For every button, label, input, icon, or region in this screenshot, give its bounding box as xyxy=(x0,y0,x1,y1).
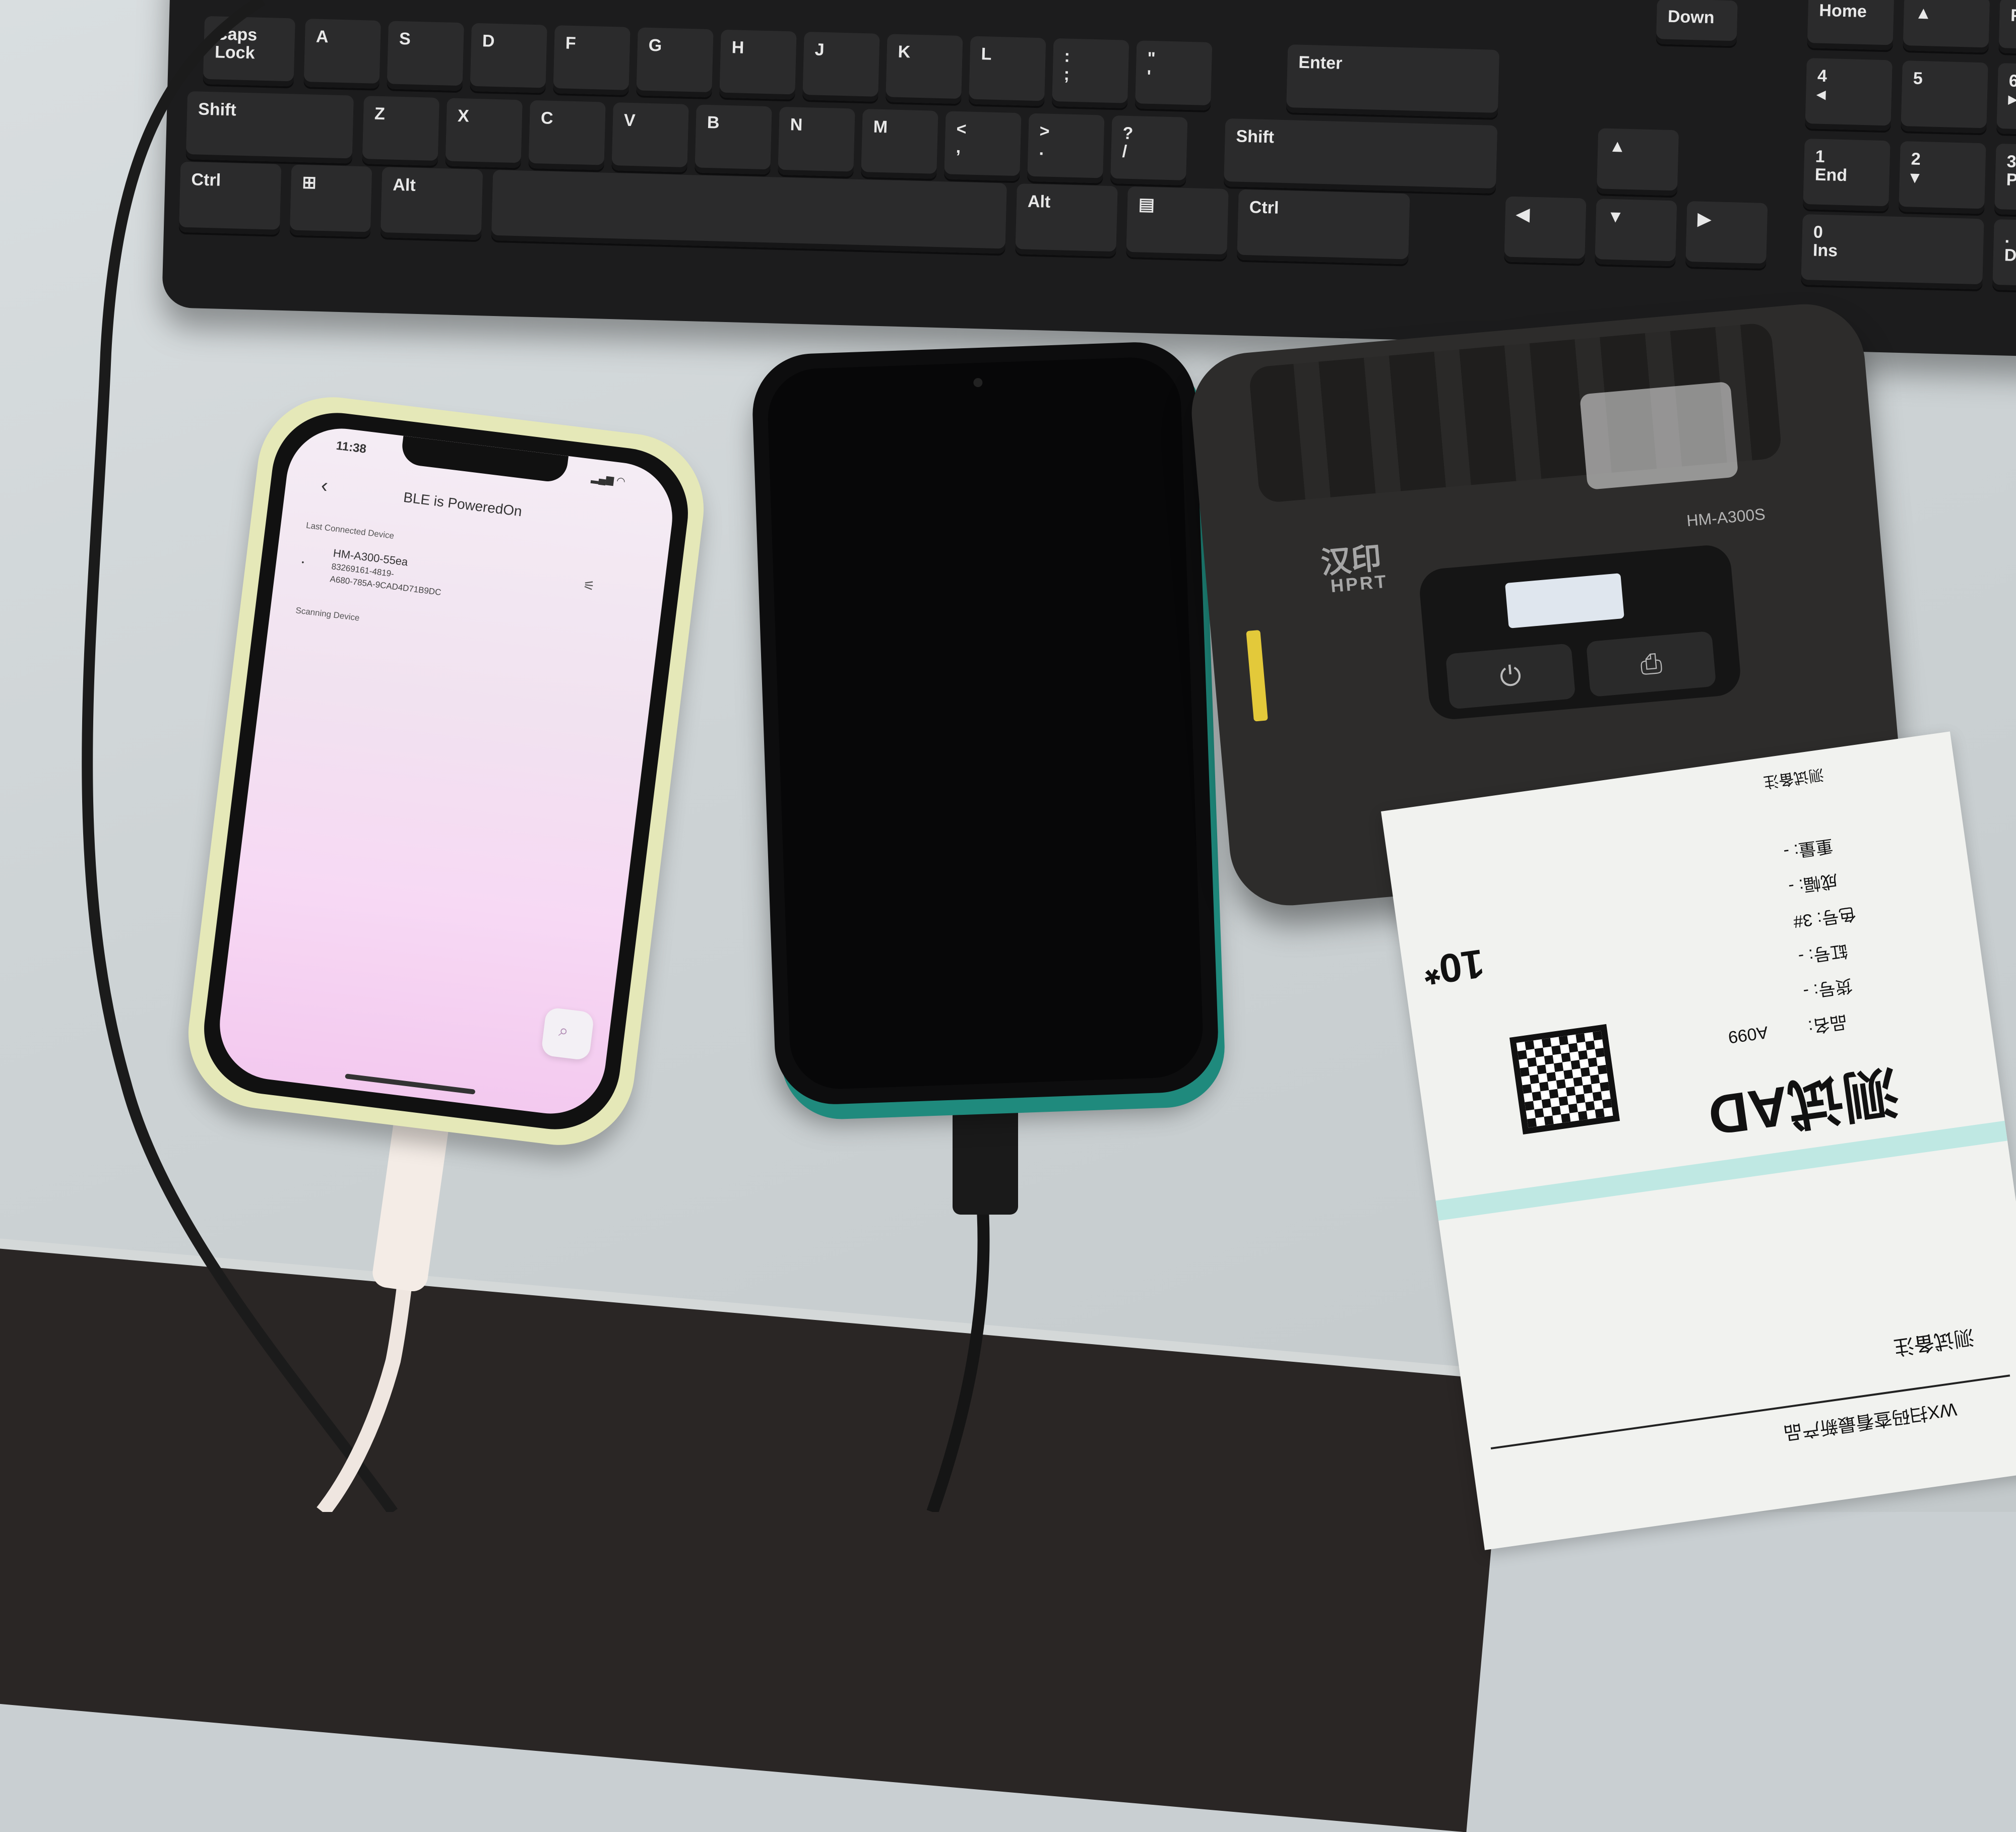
page-title: BLE is PoweredOn xyxy=(402,489,523,520)
scan-icon: ⌕ xyxy=(557,1021,570,1041)
label-product-value: A099 xyxy=(1727,1022,1770,1047)
printer-brand: HPRT xyxy=(1330,571,1389,597)
android-phone xyxy=(750,340,1220,1106)
iphone-cable-plug xyxy=(372,1107,449,1292)
label-footer: WX扫码查看最新产品 xyxy=(1782,1399,1959,1444)
label-note: 测试备注 xyxy=(1762,766,1825,791)
android-cable-plug xyxy=(953,1094,1018,1215)
printed-label-strip: 测试备注 重量: - 成幅: - 色号: 3# 缸号: - 货号: - 品名: … xyxy=(1381,731,2016,1550)
status-icons: ▂▄▆ ◠ xyxy=(590,472,626,487)
qr-code xyxy=(1509,1024,1620,1134)
power-button[interactable]: ⏻ xyxy=(1445,643,1576,710)
label-sku: 货号: - xyxy=(1802,975,1854,1001)
label-second-note: 测试备注 xyxy=(1892,1325,1976,1359)
printer-lid xyxy=(1248,322,1783,503)
android-cable xyxy=(926,1209,990,1512)
section-last-connected: Last Connected Device xyxy=(305,520,395,541)
bluetooth-signal-icon: ⚟ xyxy=(582,577,596,594)
side-indicator xyxy=(1246,629,1268,722)
scan-button[interactable]: ⌕ xyxy=(540,1006,595,1061)
label-width: 成幅: - xyxy=(1787,870,1839,897)
label-quantity: 10* xyxy=(1420,940,1487,994)
device-list-item[interactable]: • HM-A300-55ea 83269161-4819- A680-785A-… xyxy=(292,537,620,637)
protective-film xyxy=(1579,381,1739,490)
back-icon[interactable]: ‹ xyxy=(320,474,330,497)
feed-button[interactable]: ⎙ xyxy=(1586,630,1717,698)
label-count: 缸号: - xyxy=(1797,940,1849,967)
device-bullet: • xyxy=(301,558,305,566)
status-lcd xyxy=(1504,573,1624,628)
printer-model: HM-A300S xyxy=(1685,504,1766,530)
status-time: 11:38 xyxy=(335,438,367,456)
iphone-screen: 11:38 ▂▄▆ ◠ ‹ BLE is PoweredOn Last Conn… xyxy=(213,422,679,1120)
section-scanning: Scanning Device xyxy=(295,605,360,623)
control-panel: ⏻ ⎙ xyxy=(1418,543,1742,721)
android-screen-off xyxy=(766,356,1205,1091)
power-icon: ⏻ xyxy=(1498,660,1523,692)
label-color: 色号: 3# xyxy=(1792,904,1857,932)
label-product-key: 品名: xyxy=(1807,1012,1849,1036)
label-weight: 重量: - xyxy=(1782,836,1834,862)
front-camera xyxy=(973,377,983,388)
feed-icon: ⎙ xyxy=(1639,648,1664,680)
